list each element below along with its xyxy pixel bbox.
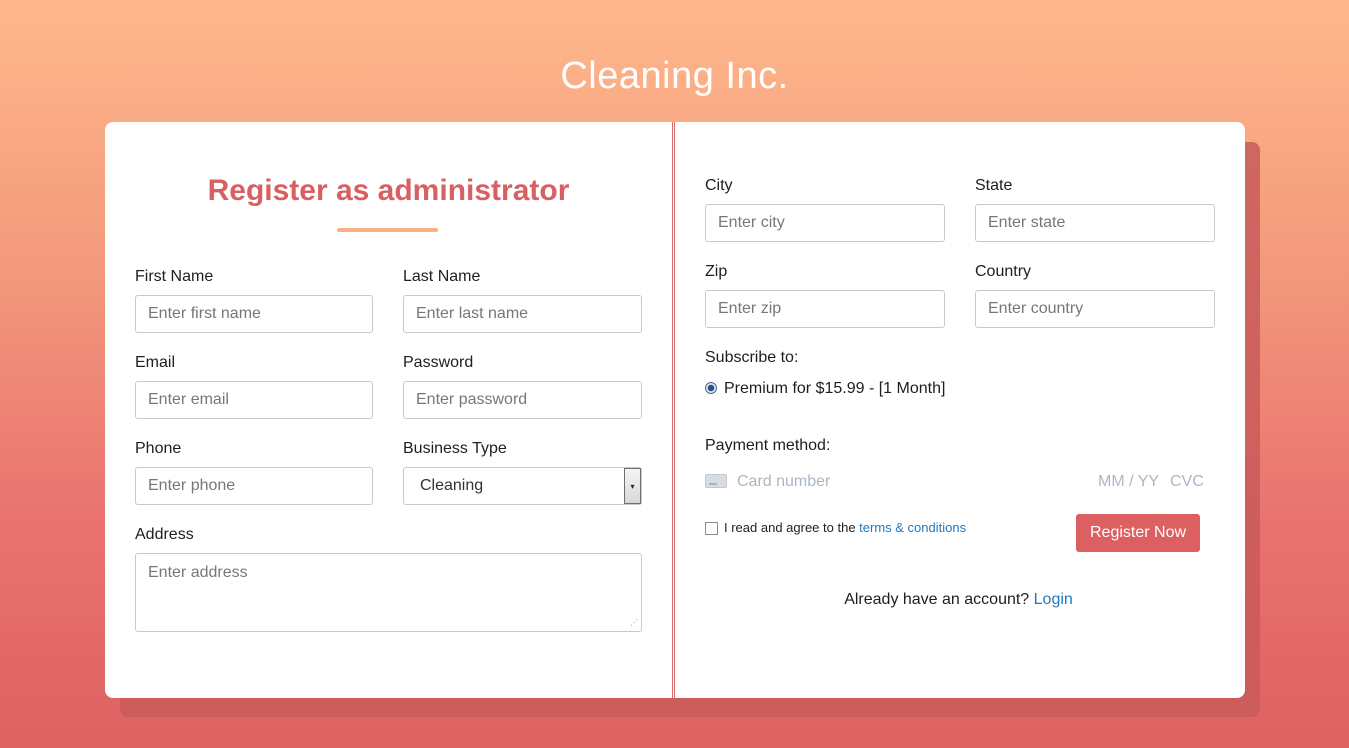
register-now-button[interactable]: Register Now [1076, 514, 1200, 552]
last-name-label: Last Name [403, 268, 481, 285]
registration-card: Register as administrator First Name Las… [105, 122, 1245, 698]
card-expiry-input[interactable]: MM / YY [1098, 473, 1159, 491]
chevron-down-icon[interactable]: ▾ [624, 468, 641, 504]
state-input[interactable] [975, 204, 1215, 242]
terms-link[interactable]: terms & conditions [859, 520, 966, 535]
city-label: City [705, 177, 733, 194]
terms-checkbox[interactable] [705, 522, 718, 535]
last-name-input[interactable] [403, 295, 642, 333]
password-label: Password [403, 354, 474, 371]
heading-underline [337, 228, 438, 232]
terms-text: I read and agree to the terms & conditio… [724, 520, 966, 535]
state-label: State [975, 177, 1013, 194]
password-input[interactable] [403, 381, 642, 419]
card-number-input[interactable]: Card number [737, 473, 830, 491]
city-input[interactable] [705, 204, 945, 242]
first-name-input[interactable] [135, 295, 373, 333]
credit-card-icon [705, 474, 727, 488]
form-heading: Register as administrator [207, 174, 570, 207]
login-link[interactable]: Login [1034, 591, 1073, 608]
card-cvc-input[interactable]: CVC [1170, 473, 1204, 491]
address-textarea[interactable] [135, 553, 642, 632]
business-type-label: Business Type [403, 440, 507, 457]
payment-method-label: Payment method: [705, 437, 831, 454]
phone-input[interactable] [135, 467, 373, 505]
terms-prefix: I read and agree to the [724, 520, 860, 535]
panel-divider [672, 122, 675, 698]
country-label: Country [975, 263, 1032, 280]
email-label: Email [135, 354, 176, 371]
login-prompt: Already have an account? Login [672, 591, 1245, 609]
zip-input[interactable] [705, 290, 945, 328]
subscribe-label: Subscribe to: [705, 349, 799, 366]
address-label: Address [135, 526, 194, 543]
resize-grip-icon[interactable]: ⋰ [630, 619, 1242, 695]
business-type-select[interactable]: Cleaning ▾ [403, 467, 642, 505]
premium-radio-label[interactable]: Premium for $15.99 - [1 Month] [724, 380, 945, 398]
premium-radio[interactable] [705, 382, 717, 394]
login-prompt-text: Already have an account? [844, 591, 1034, 608]
business-type-value: Cleaning [420, 477, 484, 494]
phone-label: Phone [135, 440, 182, 457]
brand-title: Cleaning Inc. [560, 55, 789, 97]
zip-label: Zip [705, 263, 728, 280]
email-input[interactable] [135, 381, 373, 419]
country-input[interactable] [975, 290, 1215, 328]
first-name-label: First Name [135, 268, 214, 285]
